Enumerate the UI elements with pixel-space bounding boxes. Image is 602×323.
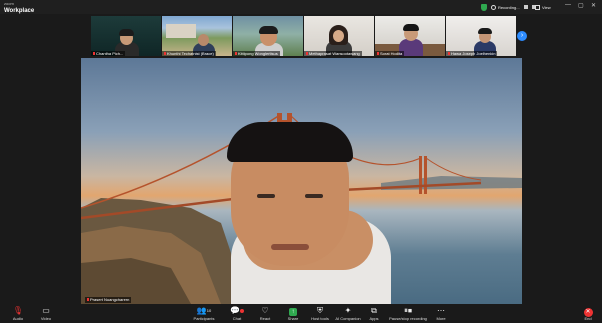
active-speaker-name: Prasert Nuangcharern [85,297,132,303]
participant-thumbnail[interactable]: Methaprasat Wansootawang [304,16,374,56]
mic-muted-icon [87,298,89,302]
mic-muted-icon [164,52,166,56]
minimize-icon[interactable]: — [565,2,571,8]
mic-muted-icon [448,52,450,56]
participants-button[interactable]: 👥10 Participants [190,306,218,321]
participant-thumbnail[interactable]: Sorat Hodita [375,16,445,56]
mic-muted-icon: 🎙 [12,306,24,315]
end-button[interactable]: ✕ End [580,306,596,321]
participant-name: Hawa Joseph Joelhenkin [446,51,498,56]
chat-icon: 💬 [229,306,245,316]
react-button[interactable]: ♡ React [256,306,274,321]
ai-companion-icon: ✦ [344,306,352,315]
main-video [81,58,522,304]
share-button[interactable]: ↑ Share [284,306,302,321]
participant-name: Chantha Pich... [91,51,126,56]
shield-icon: ⛨ [317,306,323,315]
title-bar: zoom Workplace Recording... View — ▢ ✕ [0,0,602,14]
participant-thumbnail[interactable]: Kittipong Wonglertisus [233,16,303,56]
close-icon[interactable]: ✕ [591,2,596,9]
mic-muted-icon [235,52,237,56]
ai-companion-button[interactable]: ✦ AI Companion [333,306,363,321]
participant-thumbnail[interactable]: Hawa Joseph Joelhenkin [446,16,516,56]
next-page-chevron-icon[interactable]: › [517,31,527,41]
view-button[interactable]: View [535,3,551,11]
mic-muted-icon [93,52,95,56]
audio-button[interactable]: 🎙 Audio [8,306,28,321]
apps-button[interactable]: ⧉ Apps [366,306,382,321]
mic-muted-icon [306,52,308,56]
mic-muted-icon [377,52,379,56]
recording-label: Recording... [498,4,520,10]
brand-main: Workplace [4,8,35,14]
chat-button[interactable]: 💬 Chat [229,306,245,321]
participant-name: Khunthi Techatnist (Brace) [162,51,216,56]
shield-icon [481,3,487,11]
react-icon: ♡ [261,306,269,315]
view-label: View [542,4,551,10]
pause-recording-icon[interactable] [523,5,528,9]
host-tools-button[interactable]: ⛨ Host tools [309,306,331,321]
participant-thumbnail[interactable]: Chantha Pich... [91,16,161,56]
participants-icon: 👥10 [196,306,212,315]
share-icon: ↑ [284,306,302,316]
recording-indicator[interactable]: Recording... [481,3,536,11]
brand-small: zoom [4,1,14,6]
end-icon: ✕ [583,308,593,317]
grid-icon [535,4,540,10]
more-icon: ⋯ [437,306,445,315]
maximize-icon[interactable]: ▢ [578,2,584,9]
participant-thumbnail[interactable]: Khunthi Techatnist (Brace) [162,16,232,56]
pause-icon: ⏸⏹ [404,306,412,315]
apps-icon: ⧉ [371,306,377,315]
recording-icon [491,4,496,10]
participant-name: Sorat Hodita [375,51,405,56]
participant-name: Methaprasat Wansootawang [304,51,362,56]
video-button[interactable]: ▭ Video [36,306,56,321]
app-logo: zoom Workplace [4,1,34,14]
speaker-hair [227,122,353,162]
pause-recording-button[interactable]: ⏸⏹ Pause/stop recording [387,306,429,321]
participant-strip: Chantha Pich... Khunthi Techatnist (Brac… [91,16,516,56]
video-camera-icon: ▭ [42,306,50,315]
participant-name: Kittipong Wonglertisus [233,51,280,56]
more-button[interactable]: ⋯ More [432,306,450,321]
meeting-toolbar: 🎙 Audio ▭ Video 👥10 Participants 💬 Chat … [0,305,602,323]
